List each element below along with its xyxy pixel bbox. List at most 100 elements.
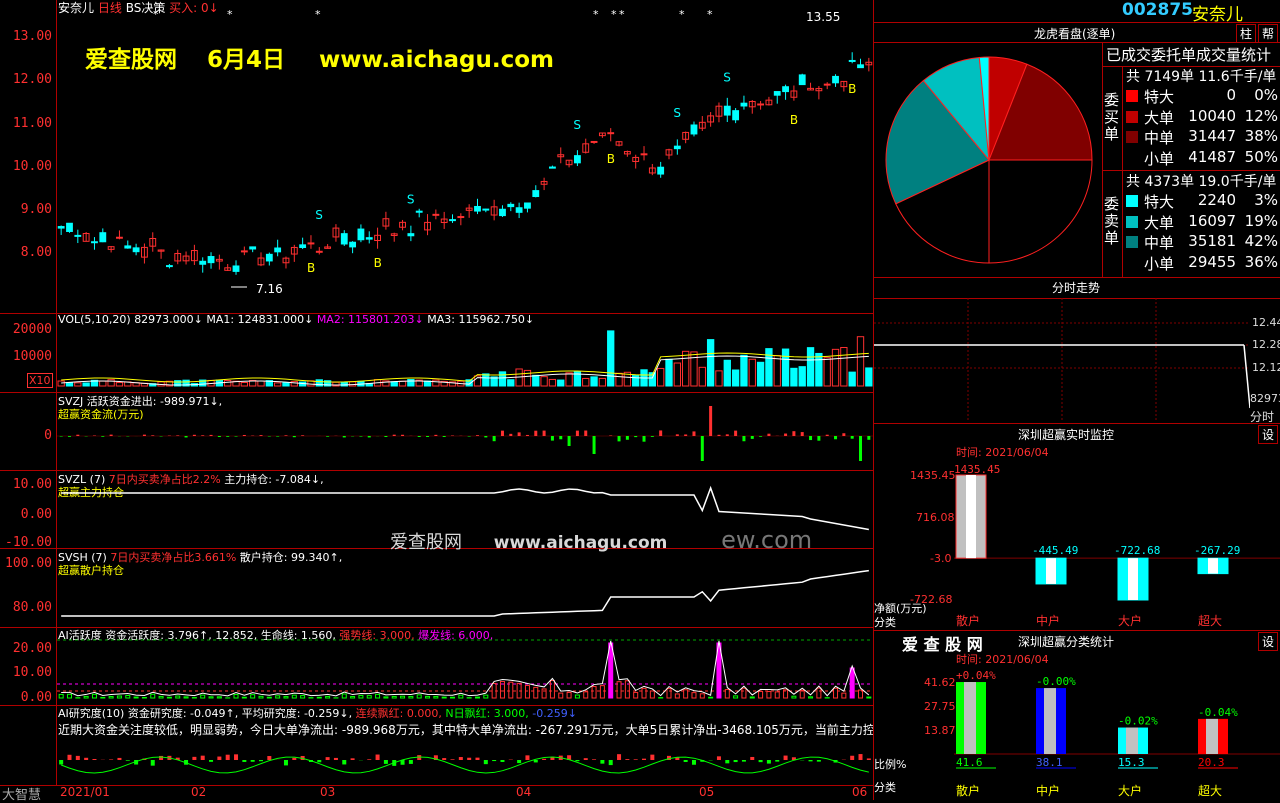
candle-body xyxy=(125,246,131,248)
price-axis-10: 10.00 xyxy=(2,159,52,174)
volume-bar xyxy=(807,348,813,386)
volume-bar xyxy=(866,368,872,386)
volume-bar xyxy=(108,380,114,386)
candle-body xyxy=(275,248,281,252)
ai1-bar xyxy=(209,697,213,698)
ai1-bar xyxy=(401,696,405,698)
buy-side-label: 委买单 xyxy=(1104,92,1120,143)
candle-body xyxy=(416,211,422,212)
ai-research-chart[interactable] xyxy=(57,735,873,785)
ai2-bar xyxy=(84,758,88,760)
btn-bang[interactable]: 帮 xyxy=(1258,24,1278,43)
candle-body xyxy=(674,146,680,149)
svzj-bar xyxy=(143,435,146,436)
btn-zhu[interactable]: 柱 xyxy=(1236,24,1256,43)
ai1-bar xyxy=(434,696,438,698)
ai2-bar xyxy=(759,760,763,762)
sell-color-swatch xyxy=(1126,257,1138,269)
ai1-bar xyxy=(442,697,446,698)
svzj-bar xyxy=(534,431,537,436)
sell-row-percent: 3% xyxy=(1254,191,1278,209)
vol-ma2-line xyxy=(61,353,869,382)
ai2-bar xyxy=(317,760,321,762)
ai1-bar xyxy=(525,685,529,698)
volume-chart[interactable] xyxy=(57,314,873,392)
ai1-bar xyxy=(742,688,746,698)
buy-marker: B xyxy=(374,256,382,270)
candle-body xyxy=(250,247,256,249)
volume-bar xyxy=(749,359,755,386)
main-chart-area[interactable]: 安奈儿 日线 BS决策 买入: 0↓ 爱查股网 6月4日 www.aichagu… xyxy=(0,0,874,800)
order-pie-chart[interactable] xyxy=(874,50,1102,272)
ai1-bar xyxy=(176,696,180,698)
intraday-axis-top: 12.44 xyxy=(1252,316,1280,329)
svzj-bar xyxy=(842,433,845,436)
candle-body xyxy=(508,204,514,206)
volume-bar xyxy=(832,349,838,386)
monitor-bar-chart[interactable]: 1435.45散户-445.49中户-722.68大户-267.29超大 xyxy=(874,440,1280,630)
svzj-bar xyxy=(826,435,829,436)
ai2-bar xyxy=(475,758,479,760)
ai1-bar xyxy=(692,693,696,698)
classify-bar-chart[interactable]: +0.04%41.6散户-0.00%38.1中户-0.02%15.3大户-0.0… xyxy=(874,664,1280,800)
classify-settings-button[interactable]: 设 xyxy=(1258,632,1278,651)
ai1-bar xyxy=(634,692,638,698)
volume-bar xyxy=(274,383,280,386)
svzj-bar xyxy=(684,434,687,436)
svsh-line xyxy=(61,571,869,616)
volume-bar xyxy=(732,370,738,386)
ai1-bar xyxy=(542,689,546,698)
volume-bar xyxy=(391,382,397,386)
ai2-bar xyxy=(217,757,221,760)
volume-bar xyxy=(100,381,106,386)
svzj-bar xyxy=(110,435,113,436)
ai1-bar xyxy=(534,687,538,698)
ai-activity-chart[interactable] xyxy=(57,628,873,705)
svzj-bar xyxy=(68,436,71,437)
candlestick-chart[interactable]: BSBSSBSSBB******** xyxy=(57,0,873,312)
svzj-axis-0: 0 xyxy=(2,428,52,443)
date-tick-0: 2021/01 xyxy=(60,785,110,799)
svzj-chart[interactable] xyxy=(57,393,873,470)
ai2-t5: -0.259↓ xyxy=(532,707,577,720)
ai2-bar xyxy=(234,754,238,760)
volume-bar xyxy=(682,351,688,386)
ai1-bar xyxy=(217,697,221,698)
ai1-bar xyxy=(251,695,255,698)
sell-color-swatch xyxy=(1126,195,1138,207)
svzj-bar xyxy=(101,436,104,437)
ai2-bar xyxy=(784,756,788,760)
ai2-bar xyxy=(642,759,646,760)
intraday-chart[interactable] xyxy=(874,298,1250,422)
svzj-bar xyxy=(709,406,712,436)
svsh-chart[interactable] xyxy=(57,549,873,627)
buy-row-count: 31447 xyxy=(1188,127,1236,145)
ai1-bar xyxy=(459,695,463,698)
monitor-bar-highlight xyxy=(1128,558,1138,600)
candle-body xyxy=(641,154,647,155)
buy-total: 共 7149单 11.6千手/单 xyxy=(1126,66,1276,86)
volume-bar xyxy=(341,382,347,386)
svzj-bar xyxy=(284,435,287,436)
volume-bar xyxy=(824,358,830,386)
svzj-bar xyxy=(193,435,196,436)
sell-row-count: 35181 xyxy=(1188,232,1236,250)
volume-bar xyxy=(724,360,730,386)
svzj-bar xyxy=(359,436,362,437)
volume-bar xyxy=(766,349,772,386)
intraday-vol: 82973 xyxy=(1250,392,1280,405)
volume-bar xyxy=(774,356,780,386)
volume-bar xyxy=(283,383,289,386)
low-price-label: 7.16 xyxy=(256,282,283,296)
ai2-bar xyxy=(451,759,455,760)
svzj-bar xyxy=(235,436,238,437)
ai1-bar xyxy=(451,697,455,698)
ai1-bar xyxy=(351,697,355,698)
svzj-bar xyxy=(834,436,837,439)
ai2-bar xyxy=(259,760,263,761)
ai2-bar xyxy=(251,760,255,762)
volume-bar xyxy=(541,377,547,386)
buy-row-percent: 0% xyxy=(1254,86,1278,104)
sell-row-count: 2240 xyxy=(1198,191,1236,209)
svzj-bar xyxy=(210,435,213,436)
